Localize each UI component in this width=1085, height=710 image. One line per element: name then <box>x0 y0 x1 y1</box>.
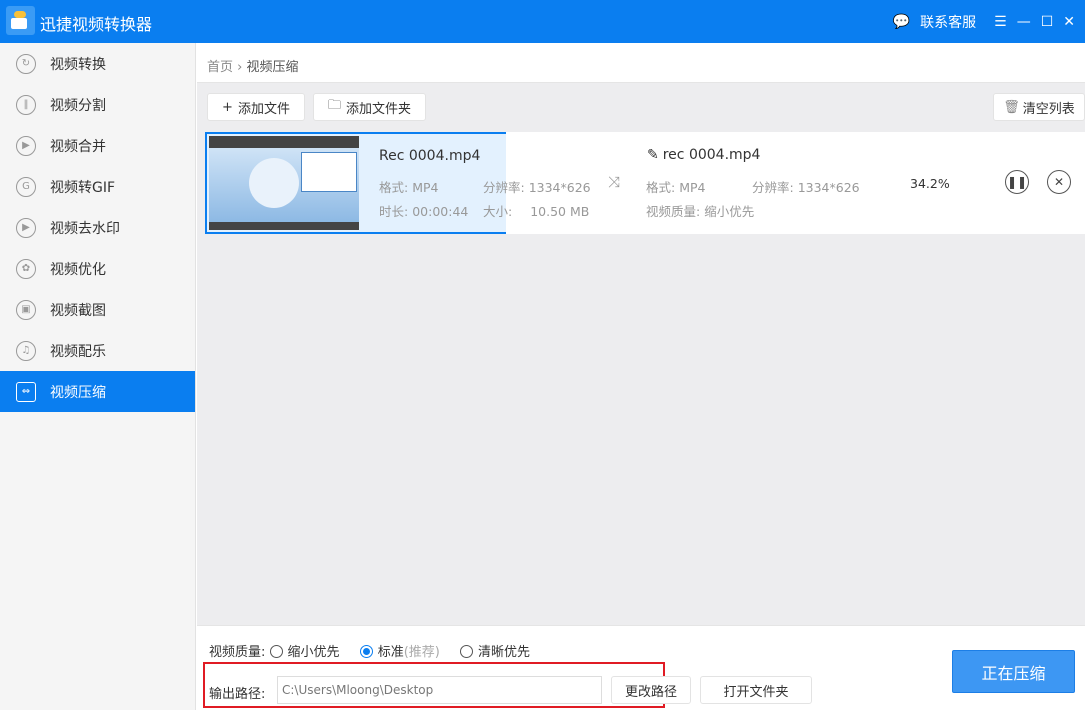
edit-icon[interactable]: ✎ <box>647 147 659 163</box>
support-link[interactable]: 联系客服 <box>920 12 976 32</box>
image-icon: ▣ <box>16 299 36 320</box>
chat-icon[interactable]: 💬 <box>893 14 910 30</box>
progress-text: 34.2% <box>910 176 950 191</box>
app-logo-icon <box>6 6 35 35</box>
video-thumbnail <box>209 136 359 230</box>
sidebar-item-optimize[interactable]: ✿ 视频优化 <box>0 248 195 289</box>
output-file-name[interactable]: rec 0004.mp4 <box>663 147 761 163</box>
settings-panel: 视频质量: 缩小优先 标准(推荐) 清晰优先 输出路径: C:\Users\Ml… <box>197 625 1085 710</box>
add-file-button[interactable]: + 添加文件 <box>207 93 305 121</box>
file-list-area: + 添加文件 🗀 添加文件夹 🗑 清空列表 Rec 0004.mp4 格式: MP4 … <box>197 83 1085 625</box>
sidebar-item-split[interactable]: ‖ 视频分割 <box>0 84 195 125</box>
sidebar-item-gif[interactable]: G 视频转GIF <box>0 166 195 207</box>
split-icon: ‖ <box>16 94 36 115</box>
clear-list-button[interactable]: 🗑 清空列表 <box>993 93 1085 121</box>
menu-icon[interactable]: ☰ <box>994 14 1007 30</box>
sidebar-item-watermark[interactable]: ▶ 视频去水印 <box>0 207 195 248</box>
add-folder-button[interactable]: 🗀 添加文件夹 <box>313 93 426 121</box>
breadcrumb-home[interactable]: 首页 <box>207 60 233 75</box>
watermark-icon: ▶ <box>16 217 36 238</box>
merge-icon: ▶ <box>16 135 36 156</box>
file-name: Rec 0004.mp4 <box>379 148 481 164</box>
compress-status-button[interactable]: 正在压缩 <box>952 650 1075 693</box>
radio-small[interactable]: 缩小优先 <box>269 645 340 660</box>
radio-clear[interactable]: 清晰优先 <box>460 645 530 660</box>
output-path-input[interactable]: C:\Users\Mloong\Desktop <box>277 676 602 704</box>
title-bar: 迅捷视频转换器 💬 联系客服 ☰ — ☐ ✕ <box>0 0 1085 43</box>
radio-standard[interactable]: 标准(推荐) <box>359 645 440 660</box>
sidebar-item-merge[interactable]: ▶ 视频合并 <box>0 125 195 166</box>
maximize-icon[interactable]: ☐ <box>1041 14 1054 30</box>
sidebar-item-compress[interactable]: ⇔ 视频压缩 <box>0 371 195 412</box>
source-resolution: 1334*626 <box>528 180 591 195</box>
output-quality: 缩小优先 <box>704 204 755 219</box>
duration: 00:00:44 <box>412 204 469 219</box>
breadcrumb-current: 视频压缩 <box>246 60 299 75</box>
close-icon[interactable]: ✕ <box>1063 14 1075 30</box>
gif-icon: G <box>16 176 36 197</box>
convert-icon: ↻ <box>16 53 36 74</box>
sidebar-item-music[interactable]: ♫ 视频配乐 <box>0 330 195 371</box>
app-title: 迅捷视频转换器 <box>40 15 153 34</box>
shuffle-icon: ⤨ <box>608 173 621 191</box>
film-reel-icon: ✿ <box>16 258 36 279</box>
open-folder-button[interactable]: 打开文件夹 <box>700 676 812 704</box>
file-size: 10.50 MB <box>530 204 590 219</box>
folder-icon: 🗀 <box>327 98 341 113</box>
pause-icon[interactable]: ❚❚ <box>1005 170 1029 194</box>
remove-icon[interactable]: ✕ <box>1047 170 1071 194</box>
sidebar-item-convert[interactable]: ↻ 视频转换 <box>0 43 195 84</box>
music-icon: ♫ <box>16 340 36 361</box>
breadcrumb: 首页 › 视频压缩 <box>197 43 1085 83</box>
file-row[interactable]: Rec 0004.mp4 格式: MP4 分辨率: 1334*626 时长: 0… <box>205 132 1085 234</box>
output-resolution: 1334*626 <box>797 180 860 195</box>
source-format: MP4 <box>412 180 439 195</box>
compress-icon: ⇔ <box>16 381 36 402</box>
sidebar: ↻ 视频转换 ‖ 视频分割 ▶ 视频合并 G 视频转GIF ▶ 视频去水印 ✿ 视频优化 ▣… <box>0 43 196 710</box>
plus-icon: + <box>222 99 233 115</box>
output-format: MP4 <box>679 180 706 195</box>
trash-icon: 🗑 <box>1003 99 1020 115</box>
sidebar-item-screenshot[interactable]: ▣ 视频截图 <box>0 289 195 330</box>
change-path-button[interactable]: 更改路径 <box>611 676 691 704</box>
minimize-icon[interactable]: — <box>1017 14 1031 30</box>
